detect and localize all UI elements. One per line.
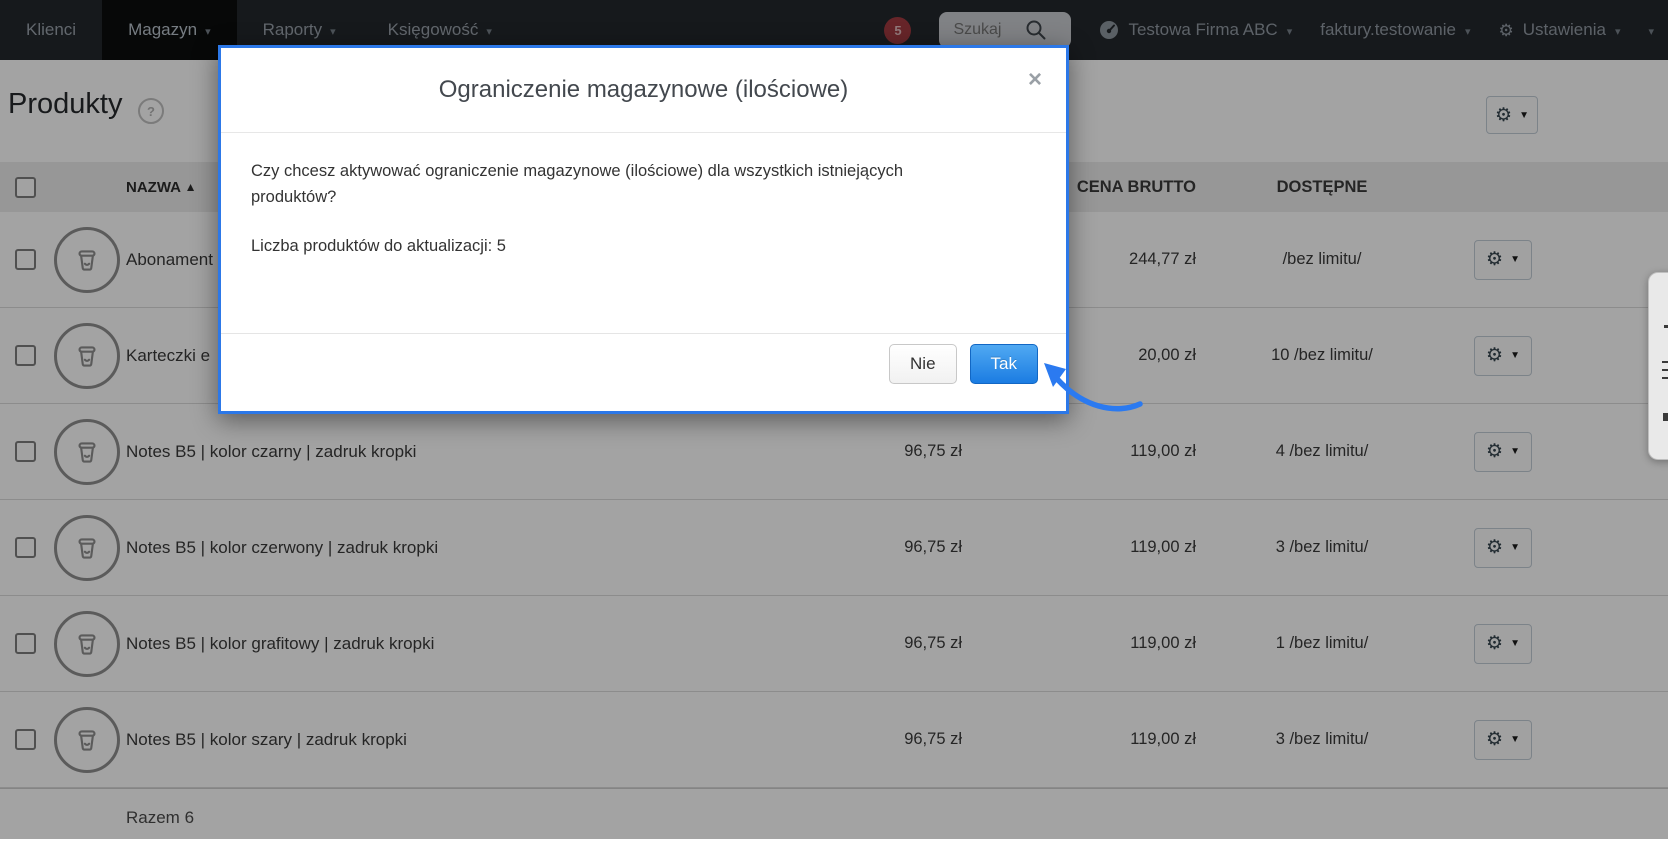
modal-header: Ograniczenie magazynowe (ilościowe) ×	[221, 48, 1066, 133]
stock-limit-modal: Ograniczenie magazynowe (ilościowe) × Cz…	[218, 45, 1069, 414]
modal-title: Ograniczenie magazynowe (ilościowe)	[438, 76, 849, 103]
modal-update-count: Liczba produktów do aktualizacji: 5	[251, 237, 506, 256]
yes-button[interactable]: Tak	[969, 344, 1038, 384]
modal-body: Czy chcesz aktywować ograniczenie magazy…	[221, 133, 1066, 260]
modal-footer: Nie Tak	[221, 333, 1066, 411]
clipped-popover	[1648, 272, 1668, 460]
close-icon[interactable]: ×	[1028, 68, 1042, 92]
modal-question: Czy chcesz aktywować ograniczenie magazy…	[251, 162, 903, 206]
no-button[interactable]: Nie	[889, 344, 957, 384]
